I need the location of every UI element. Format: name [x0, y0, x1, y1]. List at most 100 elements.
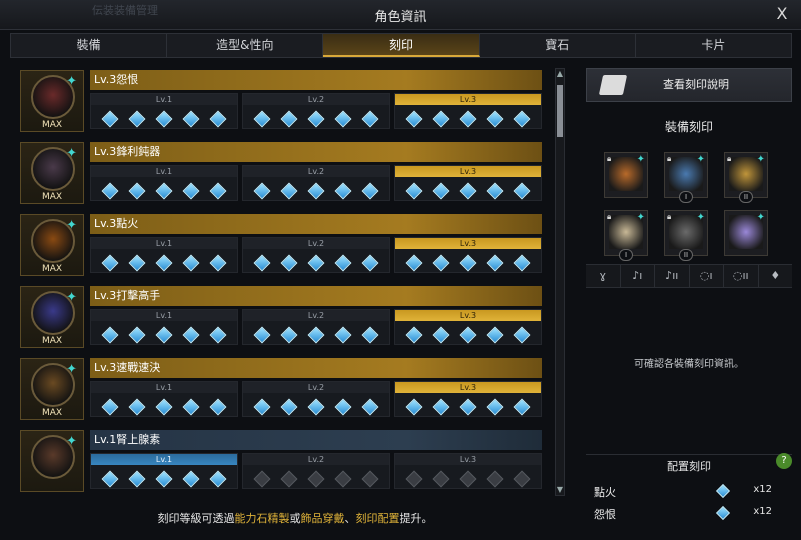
level-label: Lv.1 — [91, 382, 237, 393]
level-label: Lv.2 — [243, 454, 389, 465]
hint-text: 刻印等級可透過 — [157, 512, 235, 525]
necklace-icon[interactable]: ɣ — [586, 265, 621, 287]
engraving-stone-icon — [715, 483, 731, 499]
engraving-node-icon — [459, 182, 477, 200]
engraving-portrait[interactable]: ✦ MAX — [20, 70, 84, 132]
right-panel: 查看刻印說明 裝備刻印 🔒︎ ✦ 🔒︎ ✦ I 🔒︎ ✦ II 🔒︎ ✦ I 🔒︎ ✦ II ✦ ɣ ♪ı ♪ı… — [586, 68, 793, 521]
equipment-slot-grid: 🔒︎ ✦ 🔒︎ ✦ I 🔒︎ ✦ II 🔒︎ ✦ I 🔒︎ ✦ II ✦ — [600, 152, 780, 276]
hint-highlight-config: 刻印配置 — [355, 512, 400, 525]
equipment-slot[interactable]: 🔒︎ ✦ II — [724, 152, 768, 203]
level-segment: Lv.3 — [394, 381, 542, 417]
level-segment: Lv.3 — [394, 309, 542, 345]
equipment-info-text: 可確認各裝備刻印資訊。 — [634, 359, 744, 370]
lock-icon: 🔒︎ — [607, 212, 612, 221]
equipment-slot[interactable]: ✦ — [724, 210, 768, 256]
equipment-slot[interactable]: 🔒︎ ✦ II — [664, 210, 708, 261]
engraving-node-icon — [182, 182, 200, 200]
engraving-node-icon — [513, 326, 531, 344]
sparkle-icon: ✦ — [636, 212, 645, 223]
view-engraving-explanation-button[interactable]: 查看刻印說明 — [586, 68, 792, 102]
engraving-node-icon — [128, 254, 146, 272]
config-count: x12 — [753, 484, 772, 495]
engraving-node-icon — [486, 326, 504, 344]
engraving-portrait[interactable]: ✦ — [20, 430, 84, 492]
equipment-slot[interactable]: 🔒︎ ✦ I — [664, 152, 708, 203]
level-label: Lv.3 — [395, 310, 541, 321]
level-label: Lv.3 — [395, 454, 541, 465]
tab-gems[interactable]: 寶石 — [480, 34, 636, 57]
slot-tier-badge: I — [619, 249, 633, 261]
engraving-portrait[interactable]: ✦ MAX — [20, 358, 84, 420]
engraving-node-icon — [459, 470, 477, 488]
scroll-down-icon[interactable]: ▼ — [556, 486, 564, 494]
engraving-portrait[interactable]: ✦ MAX — [20, 142, 84, 204]
engraving-node-icon — [101, 398, 119, 416]
level-label: Lv.3 — [395, 238, 541, 249]
level-segment: Lv.3 — [394, 237, 542, 273]
equipment-slot[interactable]: 🔒︎ ✦ — [604, 152, 648, 198]
engraving-node-icon — [182, 110, 200, 128]
engraving-node-icon — [307, 398, 325, 416]
engraving-node-icon — [334, 110, 352, 128]
level-label: Lv.3 — [395, 166, 541, 177]
engraving-node-icon — [253, 398, 271, 416]
engraving-node-icon — [253, 182, 271, 200]
equipment-slot[interactable]: 🔒︎ ✦ I — [604, 210, 648, 261]
engraving-row: ✦ MAX Lv.3鋒利鈍器 Lv.1 Lv.2 Lv.3 — [18, 140, 548, 204]
engraving-node-icon — [405, 254, 423, 272]
level-segment: Lv.2 — [242, 381, 390, 417]
level-segment: Lv.1 — [90, 93, 238, 129]
level-segment: Lv.1 — [90, 309, 238, 345]
engraving-portrait[interactable]: ✦ MAX — [20, 214, 84, 276]
engraving-node-icon — [128, 110, 146, 128]
help-icon[interactable]: ? — [776, 453, 792, 469]
engraving-node-icon — [253, 326, 271, 344]
tab-appearance[interactable]: 造型&性向 — [167, 34, 324, 57]
engraving-node-icon — [155, 470, 173, 488]
stone-icon[interactable]: ♦ — [759, 265, 793, 287]
scroll-thumb[interactable] — [557, 85, 563, 137]
close-button[interactable]: X — [773, 4, 791, 24]
ring-1-icon[interactable]: ◌ı — [690, 265, 724, 287]
engraving-node-icon — [361, 470, 379, 488]
engraving-node-icon — [253, 254, 271, 272]
level-label: Lv.2 — [243, 166, 389, 177]
level-track: Lv.1 Lv.2 Lv.3 — [90, 309, 542, 345]
scroll-up-icon[interactable]: ▲ — [556, 70, 564, 78]
level-label: Lv.1 — [91, 238, 237, 249]
lock-icon: 🔒︎ — [667, 212, 672, 221]
level-segment: Lv.2 — [242, 237, 390, 273]
engraving-node-icon — [280, 254, 298, 272]
engraving-node-icon — [280, 182, 298, 200]
config-engraving-title: 配置刻印 — [586, 454, 792, 478]
earring-2-icon[interactable]: ♪ıı — [655, 265, 690, 287]
scrollbar[interactable]: ▲ ▼ — [555, 68, 565, 496]
engraving-node-icon — [513, 398, 531, 416]
engraving-node-icon — [361, 398, 379, 416]
engraving-node-icon — [459, 254, 477, 272]
max-badge: MAX — [41, 408, 63, 418]
tab-engraving[interactable]: 刻印 — [323, 34, 480, 57]
tab-cards[interactable]: 卡片 — [636, 34, 791, 57]
config-count: x12 — [753, 506, 772, 517]
tab-equipment[interactable]: 裝備 — [11, 34, 168, 57]
level-segment: Lv.2 — [242, 309, 390, 345]
earring-1-icon[interactable]: ♪ı — [621, 265, 655, 287]
ring-2-icon[interactable]: ◌ıı — [724, 265, 759, 287]
engraving-node-icon — [334, 182, 352, 200]
engraving-title: Lv.1腎上腺素 — [90, 430, 542, 450]
hint-text: 提升。 — [399, 512, 433, 525]
engraving-node-icon — [513, 110, 531, 128]
engraving-node-icon — [128, 398, 146, 416]
hint-highlight-refine: 能力石精製 — [234, 512, 290, 525]
engraving-node-icon — [209, 254, 227, 272]
engraving-portrait[interactable]: ✦ MAX — [20, 286, 84, 348]
hint-text: 、 — [344, 512, 356, 525]
level-label: Lv.3 — [395, 94, 541, 105]
engraving-node-icon — [486, 110, 504, 128]
engraving-node-icon — [307, 254, 325, 272]
lock-icon: 🔒︎ — [607, 154, 612, 163]
level-label: Lv.1 — [91, 310, 237, 321]
engraving-node-icon — [155, 110, 173, 128]
engraving-node-icon — [209, 470, 227, 488]
